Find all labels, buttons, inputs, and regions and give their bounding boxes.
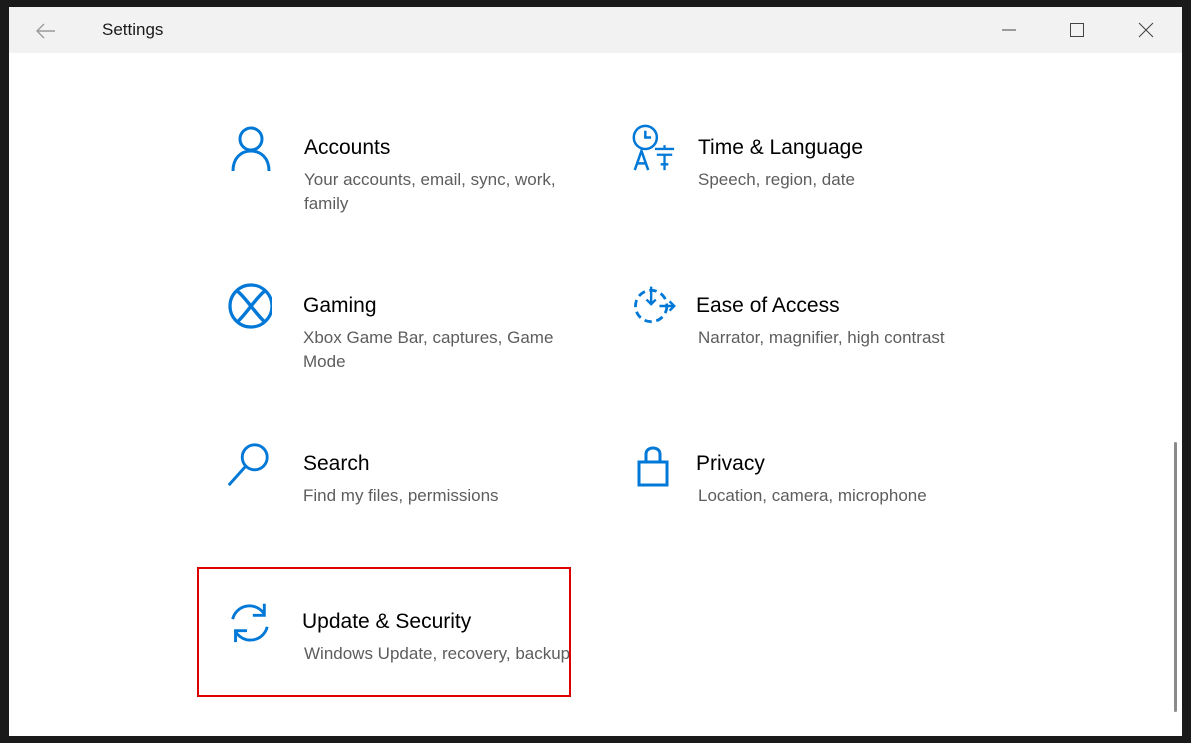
xbox-icon xyxy=(224,282,272,330)
lock-icon xyxy=(629,440,677,488)
tile-title: Time & Language xyxy=(698,136,863,159)
ease-of-access-icon xyxy=(629,282,677,330)
tile-description: Your accounts, email, sync, work, family xyxy=(304,170,556,213)
search-icon xyxy=(224,440,272,488)
tile-description: Speech, region, date xyxy=(698,170,855,189)
tile-accounts[interactable]: Accounts Your accounts, email, sync, wor… xyxy=(224,124,556,244)
settings-window: Settings Accounts Your accounts, email, … xyxy=(9,7,1182,736)
window-title: Settings xyxy=(102,20,164,39)
title-bar: Settings xyxy=(9,7,1182,53)
back-arrow-icon xyxy=(36,23,55,39)
tile-description: Xbox Game Bar, captures, Game Mode xyxy=(303,328,554,371)
tile-ease-of-access[interactable]: Ease of Access Narrator, magnifier, high… xyxy=(629,282,959,402)
tile-description: Narrator, magnifier, high contrast xyxy=(698,328,945,347)
tile-title: Gaming xyxy=(303,294,377,317)
tile-time-language[interactable]: Time & Language Speech, region, date xyxy=(629,124,959,244)
back-button[interactable] xyxy=(31,17,61,45)
tile-title: Accounts xyxy=(304,136,391,159)
person-icon xyxy=(224,124,272,172)
tile-privacy[interactable]: Privacy Location, camera, microphone xyxy=(629,440,959,560)
close-button[interactable] xyxy=(1112,7,1180,53)
tile-title: Ease of Access xyxy=(696,294,840,317)
tile-description: Location, camera, microphone xyxy=(698,486,927,505)
scrollbar[interactable] xyxy=(1174,442,1177,712)
tile-search[interactable]: Search Find my files, permissions xyxy=(224,440,554,560)
tile-gaming[interactable]: Gaming Xbox Game Bar, captures, Game Mod… xyxy=(224,282,554,402)
maximize-icon xyxy=(1070,23,1084,37)
minimize-button[interactable] xyxy=(975,7,1043,53)
maximize-button[interactable] xyxy=(1043,7,1111,53)
time-language-icon xyxy=(629,124,677,172)
close-icon xyxy=(1138,22,1154,38)
tile-title: Privacy xyxy=(696,452,765,475)
tile-description: Find my files, permissions xyxy=(303,486,499,505)
minimize-icon xyxy=(1002,29,1016,31)
tile-title: Search xyxy=(303,452,370,475)
highlight-box xyxy=(197,567,571,697)
